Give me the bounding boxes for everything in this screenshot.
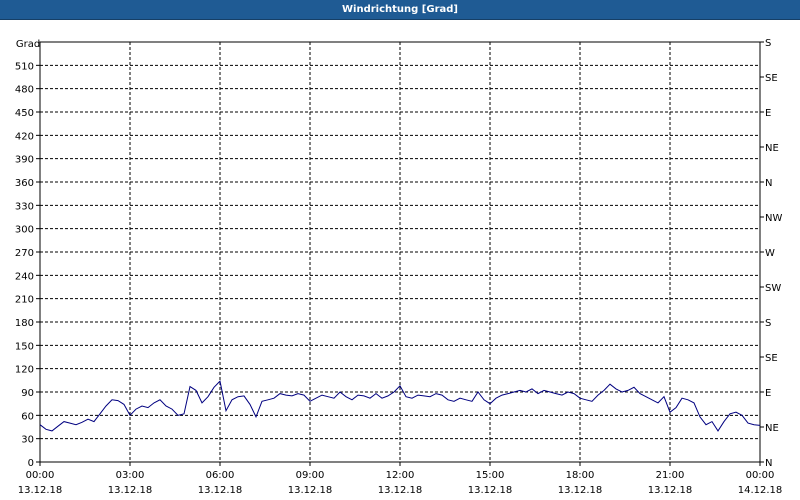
compass-tick-label: N [765, 458, 772, 469]
compass-tick-label: NE [765, 143, 779, 154]
y-tick-label: 270 [15, 248, 34, 259]
y-tick-label: 330 [15, 201, 34, 212]
compass-tick-label: E [765, 388, 771, 399]
y-tick-label: 150 [15, 341, 34, 352]
y-tick-label: 510 [15, 61, 34, 72]
x-tick-date-label: 13.12.18 [288, 485, 333, 496]
compass-tick-label: S [765, 318, 771, 329]
y-tick-label: 90 [21, 388, 34, 399]
y-tick-label: 180 [15, 318, 34, 329]
window-title-bar: Windrichtung [Grad] [0, 0, 800, 20]
compass-tick-label: W [765, 248, 775, 259]
x-axis-ticks: 00:00 13.12.18 03:00 13.12.18 06:00 13.12.18 0… [18, 462, 783, 496]
compass-tick-label: SW [765, 283, 781, 294]
compass-axis-ticks: N NE E SE S SW W NW N NE E SE S [760, 38, 782, 469]
x-tick-date-label: 13.12.18 [18, 485, 63, 496]
x-tick-time-label: 18:00 [566, 470, 595, 481]
x-tick-time-label: 03:00 [116, 470, 145, 481]
compass-tick-label: E [765, 108, 771, 119]
window-title: Windrichtung [Grad] [342, 4, 458, 15]
y-tick-label: 240 [15, 271, 34, 282]
y-tick-label: 360 [15, 178, 34, 189]
compass-tick-label: SE [765, 73, 778, 84]
y-tick-label: 450 [15, 108, 34, 119]
x-tick-date-label: 13.12.18 [468, 485, 513, 496]
x-tick-date-label: 13.12.18 [648, 485, 693, 496]
y-tick-label: 210 [15, 295, 34, 306]
compass-tick-label: NW [765, 213, 782, 224]
y-tick-label: 30 [21, 435, 34, 446]
x-tick-date-label: 13.12.18 [198, 485, 243, 496]
y-tick-label: 420 [15, 131, 34, 142]
compass-tick-label: S [765, 38, 771, 49]
compass-tick-label: SE [765, 353, 778, 364]
x-tick-date-label: 13.12.18 [558, 485, 603, 496]
y-tick-label: 0 [28, 458, 34, 469]
wind-direction-chart: Grad 0 30 60 90 120 150 180 210 240 270 300 330 360 3… [15, 38, 783, 496]
x-tick-time-label: 12:00 [386, 470, 415, 481]
x-tick-time-label: 09:00 [296, 470, 325, 481]
y-axis-ticks: 0 30 60 90 120 150 180 210 240 270 300 330 360 390 420… [15, 61, 40, 469]
x-tick-date-label: 13.12.18 [108, 485, 153, 496]
y-tick-label: 300 [15, 225, 34, 236]
x-tick-time-label: 21:00 [656, 470, 685, 481]
y-tick-label: 390 [15, 155, 34, 166]
y-tick-label: 120 [15, 365, 34, 376]
compass-tick-label: N [765, 178, 772, 189]
x-tick-time-label: 15:00 [476, 470, 505, 481]
y-axis-label: Grad [16, 39, 40, 50]
y-tick-label: 60 [21, 411, 34, 422]
x-tick-time-label: 00:00 [746, 470, 775, 481]
x-tick-time-label: 06:00 [206, 470, 235, 481]
x-tick-date-label: 14.12.18 [738, 485, 783, 496]
x-tick-time-label: 00:00 [26, 470, 55, 481]
x-tick-date-label: 13.12.18 [378, 485, 423, 496]
compass-tick-label: NE [765, 423, 779, 434]
grid-lines [40, 42, 760, 462]
y-tick-label: 480 [15, 85, 34, 96]
